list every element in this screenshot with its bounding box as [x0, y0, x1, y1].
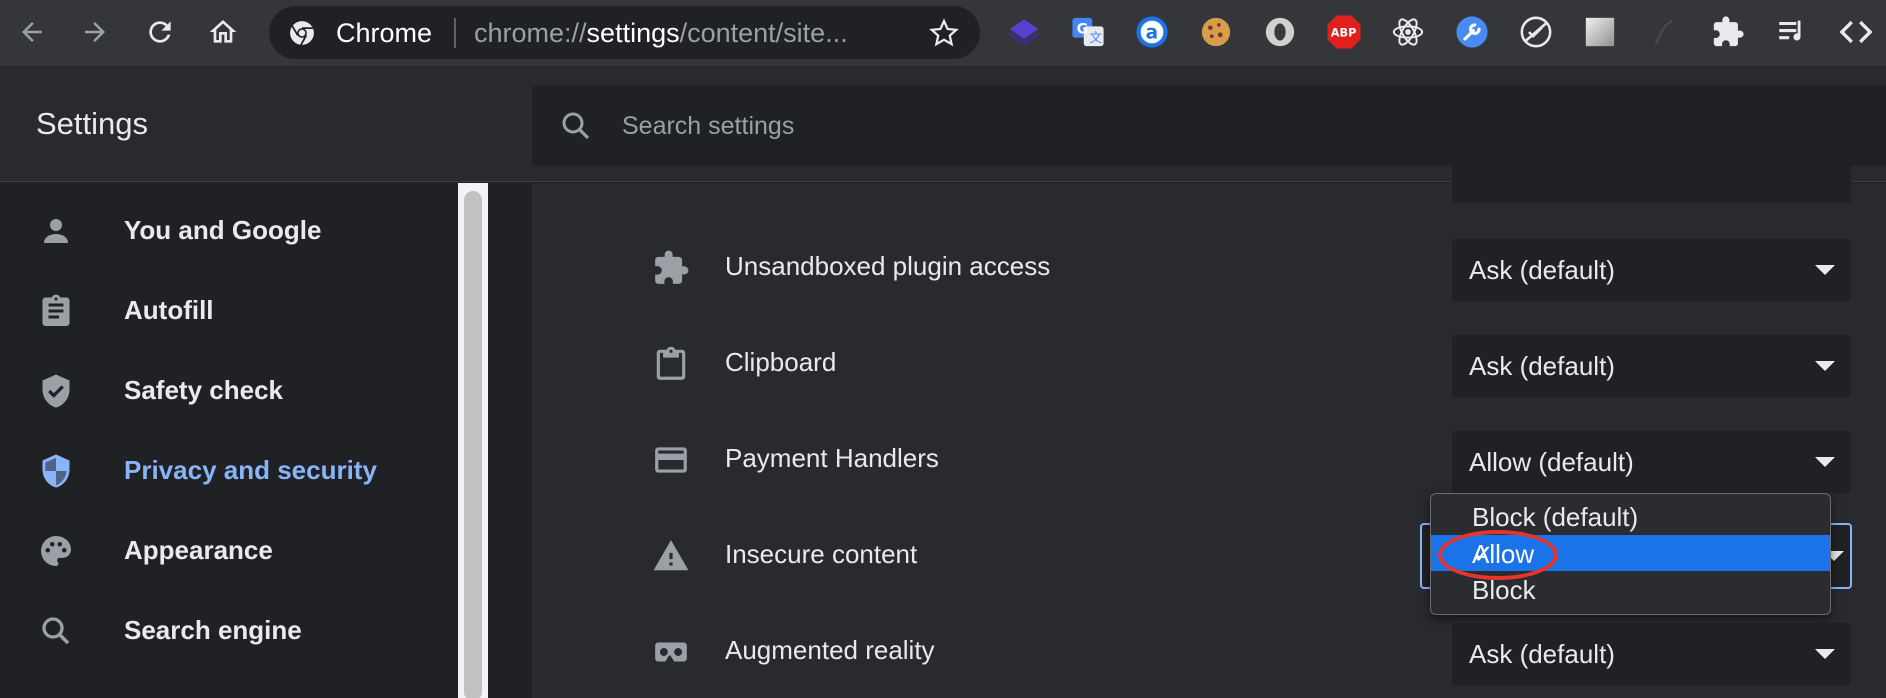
sidebar-item-privacy-and-security[interactable]: Privacy and security	[0, 437, 458, 505]
search-settings-box[interactable]	[532, 86, 1886, 166]
option-block-default[interactable]: Block (default)	[1431, 498, 1830, 534]
select-options-popup: Block (default) ✓ Allow Block	[1430, 493, 1831, 615]
palette-icon	[41, 536, 71, 566]
svg-text:文: 文	[1089, 31, 1102, 46]
clipboard-list-icon	[42, 294, 70, 326]
permission-select[interactable]: Allow (default)	[1452, 431, 1851, 493]
sidebar-item-label: Search engine	[124, 615, 302, 645]
search-input[interactable]	[622, 104, 1822, 148]
permission-select[interactable]: Ask (default)	[1452, 335, 1851, 397]
dropdown-arrow-icon	[1815, 457, 1835, 467]
clipboard-icon	[656, 346, 686, 380]
permission-select[interactable]: Ask (default)	[1452, 239, 1851, 301]
shield-check-icon	[42, 374, 70, 408]
permission-label: Insecure content	[725, 539, 918, 569]
select-value: Allow (default)	[1469, 447, 1634, 477]
option-allow[interactable]: ✓ Allow	[1431, 535, 1830, 571]
permission-select[interactable]: Ask (default)	[1452, 623, 1851, 685]
search-icon	[562, 112, 590, 140]
url-scheme: chrome://	[474, 18, 587, 48]
extension-grey-square-icon[interactable]	[1582, 14, 1618, 50]
address-separator	[454, 18, 456, 48]
permission-label: Augmented reality	[725, 635, 935, 665]
dropdown-arrow-icon	[1815, 265, 1835, 275]
chrome-logo-icon	[290, 21, 314, 46]
person-icon	[44, 219, 68, 243]
warning-icon	[653, 540, 689, 571]
svg-text:G: G	[1077, 21, 1089, 37]
media-queue-icon[interactable]	[1774, 14, 1810, 50]
url-text[interactable]: chrome://settings/content/site...	[474, 18, 874, 49]
select-value: Ask (default)	[1469, 255, 1615, 285]
sidebar-item-label: Autofill	[124, 295, 214, 325]
option-label: Allow	[1472, 539, 1535, 569]
sidebar-item-label: Privacy and security	[124, 455, 377, 485]
reload-icon	[149, 21, 171, 43]
url-path: /content/site...	[679, 18, 848, 48]
option-block[interactable]: Block	[1431, 571, 1830, 607]
back-arrow-icon	[22, 22, 42, 42]
home-button[interactable]	[203, 12, 243, 52]
permission-row-augmented-reality: Augmented reality Ask (default)	[532, 603, 1886, 698]
forward-arrow-icon	[85, 22, 105, 42]
extension-translate-icon[interactable]: G文	[1070, 14, 1106, 50]
permission-select-partial[interactable]	[1452, 163, 1851, 203]
sidebar-item-label: Safety check	[124, 375, 283, 405]
extension-circle-icon[interactable]	[1262, 14, 1298, 50]
reload-button[interactable]	[140, 12, 180, 52]
home-icon	[209, 20, 237, 43]
sidebar-item-safety-check[interactable]: Safety check	[0, 357, 458, 425]
page-title: Settings	[36, 106, 149, 141]
back-button[interactable]	[12, 12, 52, 52]
sidebar-item-label: Appearance	[124, 535, 273, 565]
extension-layers-icon[interactable]	[1006, 14, 1042, 50]
extension-a-icon[interactable]: a	[1134, 14, 1170, 50]
permission-label: Payment Handlers	[725, 443, 939, 473]
site-name: Chrome	[336, 18, 433, 48]
permission-row-unsandboxed-plugin-access: Unsandboxed plugin access Ask (default)	[532, 219, 1886, 315]
sidebar-item-you-and-google[interactable]: You and Google	[0, 197, 458, 265]
sidebar-item-appearance[interactable]: Appearance	[0, 517, 458, 585]
sidebar-item-autofill[interactable]: Autofill	[0, 277, 458, 345]
site-settings-content: Unsandboxed plugin access Ask (default) …	[532, 163, 1886, 698]
bookmark-star-icon[interactable]	[929, 18, 959, 48]
forward-button[interactable]	[75, 12, 115, 52]
extension-adblock-icon[interactable]: ABP	[1326, 14, 1362, 50]
shield-icon	[42, 454, 70, 488]
settings-sidebar: You and Google Autofill Safety check Pri…	[0, 183, 458, 698]
address-bar[interactable]: Chrome chrome://settings/content/site...	[269, 6, 980, 59]
select-value: Ask (default)	[1469, 639, 1615, 669]
extensions-puzzle-icon[interactable]	[1710, 14, 1746, 50]
option-label: Block (default)	[1472, 502, 1639, 532]
extension-faint-icon[interactable]	[1646, 14, 1682, 50]
sidebar-item-label: You and Google	[124, 215, 322, 245]
svg-text:a: a	[1146, 22, 1158, 43]
extension-react-icon[interactable]	[1390, 14, 1426, 50]
permission-label: Clipboard	[725, 347, 837, 377]
permission-row-clipboard: Clipboard Ask (default)	[532, 315, 1886, 411]
extension-wrench-icon[interactable]	[1454, 14, 1490, 50]
option-label: Block	[1472, 575, 1536, 605]
dropdown-arrow-icon	[1815, 649, 1835, 659]
extension-slashed-eye-icon[interactable]	[1518, 14, 1554, 50]
devtools-code-icon[interactable]	[1838, 14, 1874, 50]
extension-cookie-icon[interactable]	[1198, 14, 1234, 50]
svg-text:ABP: ABP	[1331, 27, 1357, 40]
url-host: settings	[586, 18, 680, 48]
sidebar-scrollbar[interactable]	[458, 183, 488, 698]
sidebar-item-search-engine[interactable]: Search engine	[0, 597, 458, 665]
dropdown-arrow-icon	[1815, 361, 1835, 371]
sidebar-scrollbar-thumb[interactable]	[464, 191, 482, 698]
vr-headset-icon	[655, 642, 687, 662]
select-value: Ask (default)	[1469, 351, 1615, 381]
permission-label: Unsandboxed plugin access	[725, 251, 1051, 281]
credit-card-icon	[655, 447, 687, 473]
search-icon	[42, 617, 70, 645]
puzzle-icon	[655, 250, 689, 284]
browser-toolbar: Chrome chrome://settings/content/site...…	[0, 0, 1886, 66]
